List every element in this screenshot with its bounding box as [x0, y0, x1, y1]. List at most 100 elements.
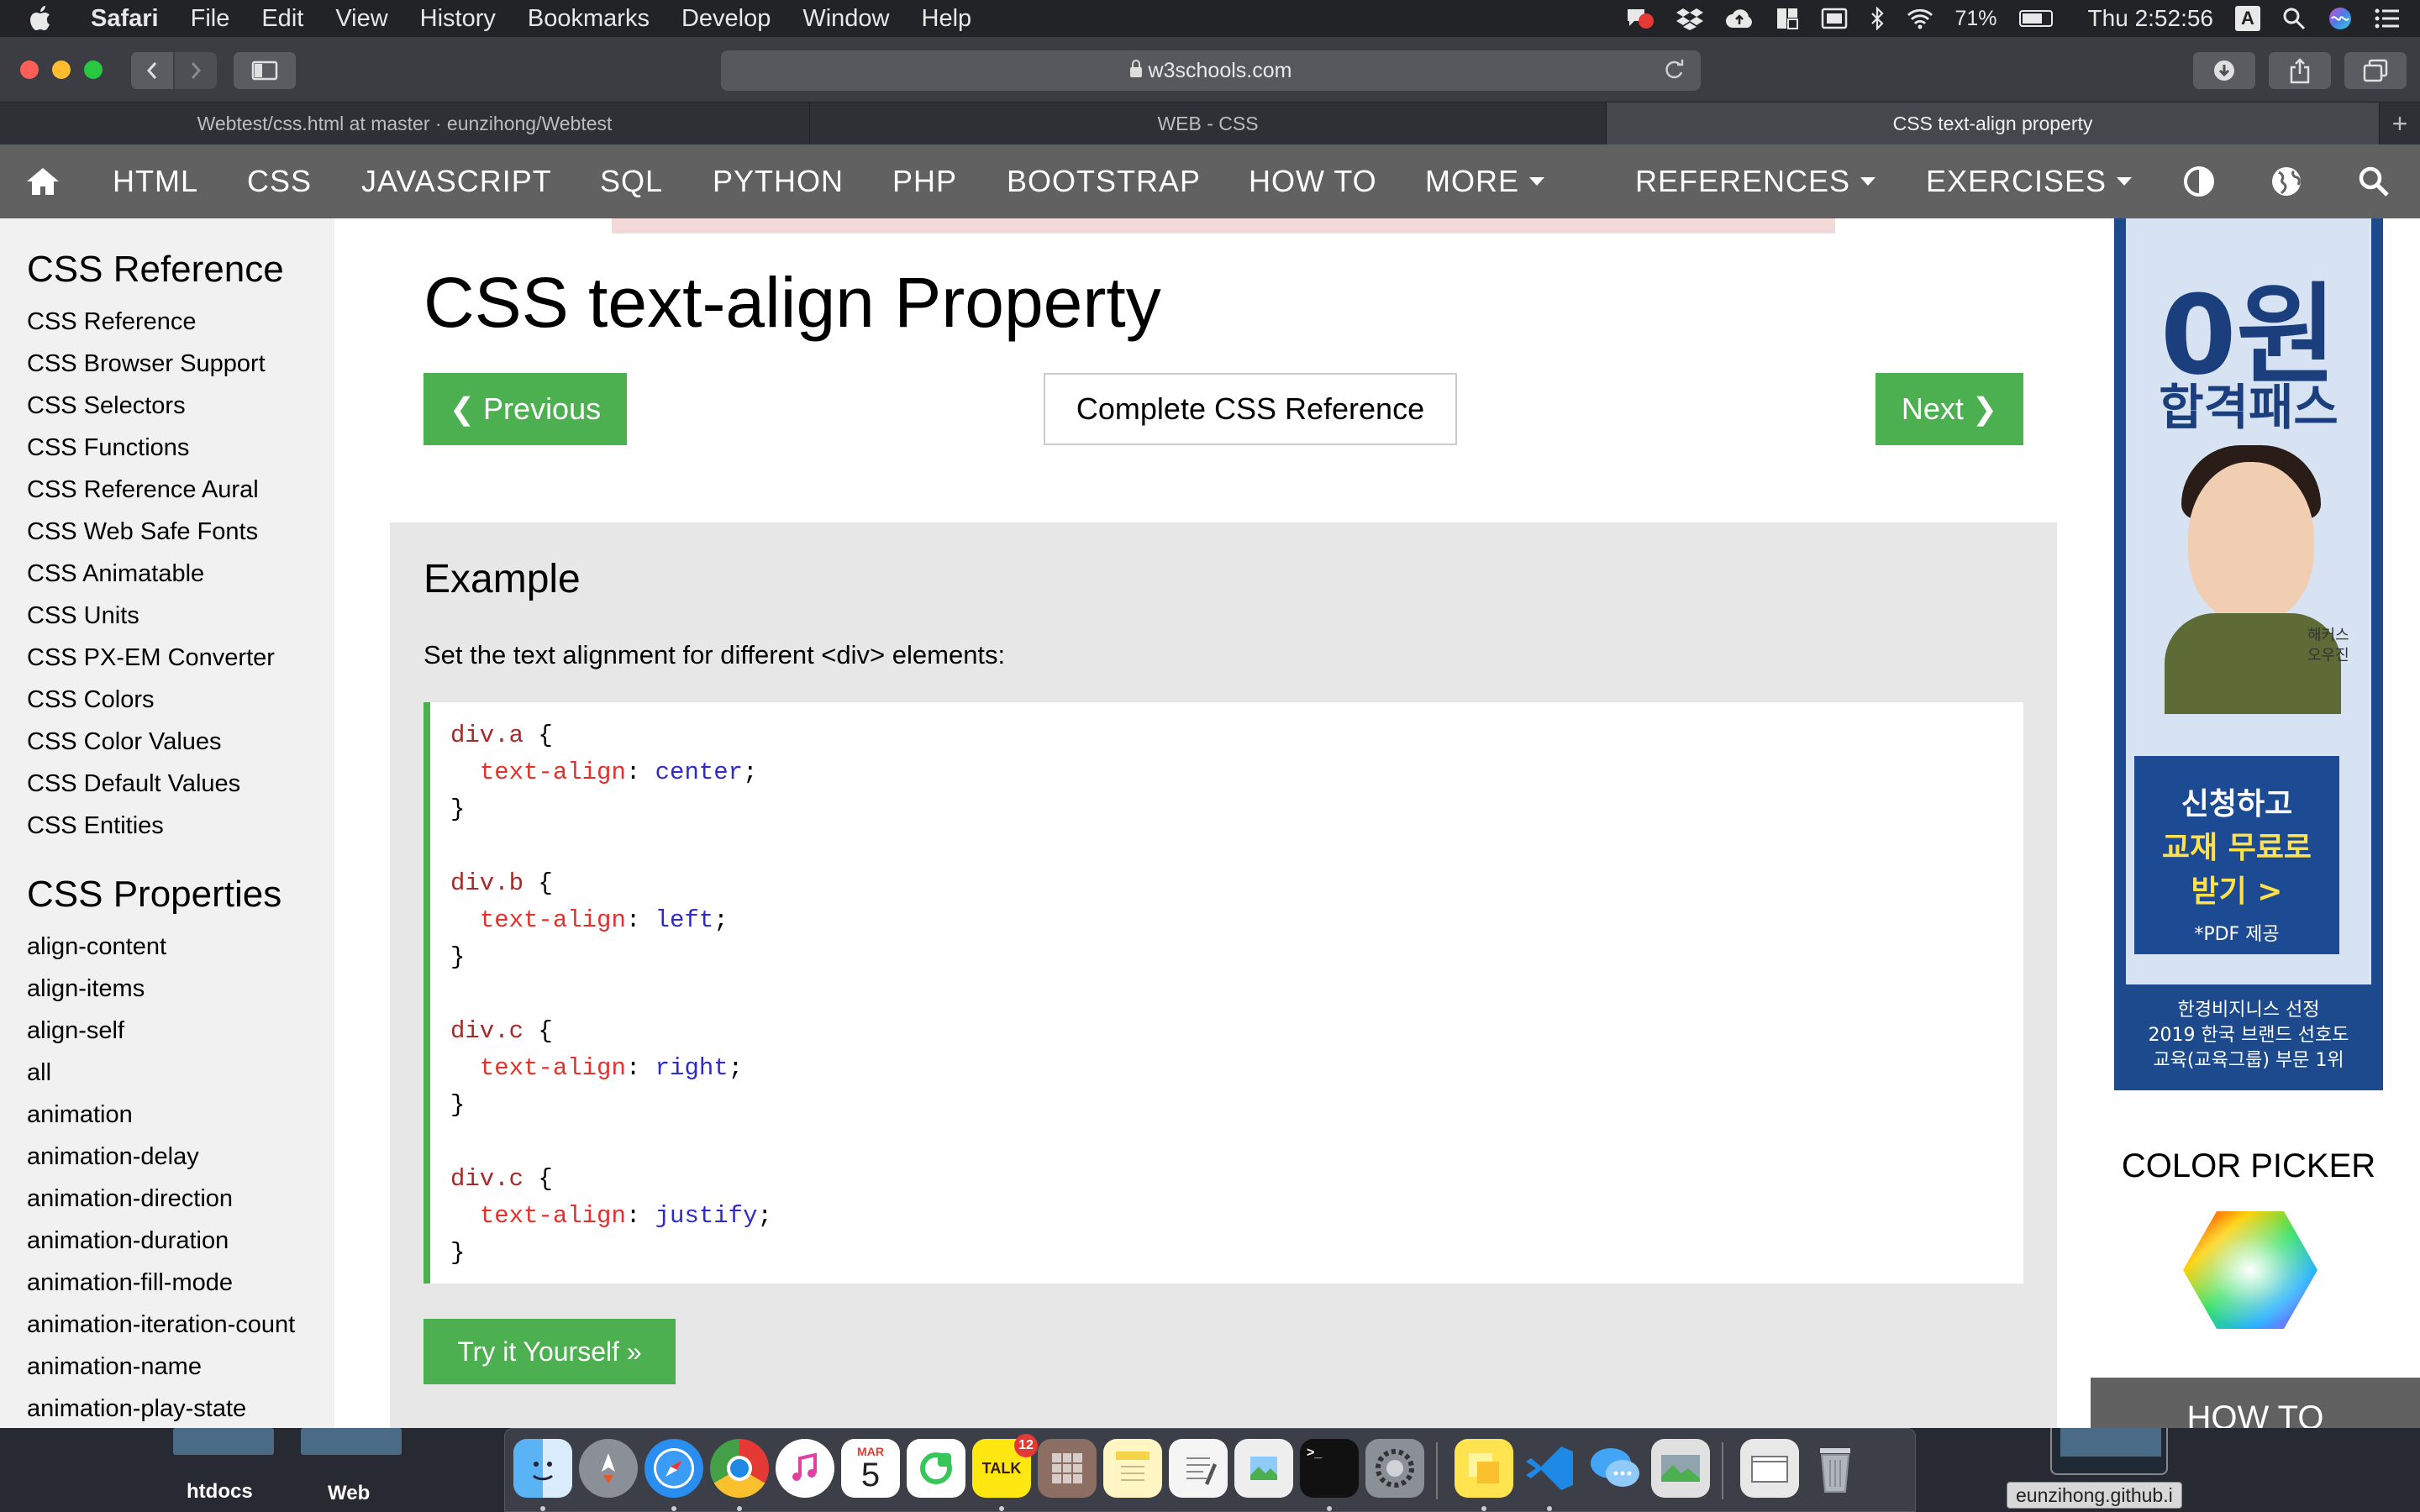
search-button[interactable] [2358, 144, 2390, 218]
home-button[interactable] [25, 144, 60, 218]
close-window-button[interactable] [20, 60, 39, 79]
display-icon[interactable] [1821, 8, 1848, 29]
sidebar-link[interactable]: align-content [27, 926, 334, 968]
cloud-upload-icon[interactable] [1725, 8, 1754, 29]
menubar-clock[interactable]: Thu 2:52:56 [2088, 5, 2213, 32]
siri-icon[interactable] [2328, 6, 2353, 31]
menu-app-safari[interactable]: Safari [91, 5, 159, 33]
notification-app-icon[interactable] [1624, 6, 1655, 31]
notes-icon[interactable] [1103, 1439, 1162, 1498]
complete-reference-button[interactable]: Complete CSS Reference [1044, 373, 1457, 445]
textedit-icon[interactable] [1169, 1439, 1228, 1498]
tab-webtest[interactable]: Webtest/css.html at master · eunzihong/W… [0, 102, 810, 144]
try-it-yourself-button[interactable]: Try it Yourself » [424, 1319, 676, 1384]
apple-menu-icon[interactable] [0, 6, 81, 31]
sidebar-link[interactable]: CSS Entities [27, 805, 334, 847]
nav-html[interactable]: HTML [113, 144, 198, 218]
window-layout-icon[interactable] [1776, 7, 1799, 30]
sidebar-link[interactable]: all [27, 1052, 334, 1094]
sidebar-link[interactable]: animation [27, 1094, 334, 1136]
preview-icon[interactable] [1234, 1439, 1293, 1498]
sidebar-link[interactable]: CSS Browser Support [27, 343, 334, 385]
desktop-folder-web-icon[interactable] [301, 1428, 402, 1455]
tab-css-text-align[interactable]: CSS text-align property [1607, 102, 2380, 144]
nav-css[interactable]: CSS [247, 144, 312, 218]
sidebar-link[interactable]: align-items [27, 968, 334, 1010]
previous-button[interactable]: ❮ Previous [424, 373, 627, 445]
stickies-icon[interactable] [1455, 1439, 1513, 1498]
launchpad-icon[interactable] [579, 1439, 638, 1498]
input-source-indicator[interactable]: A [2235, 6, 2260, 31]
system-preferences-icon[interactable] [1365, 1439, 1424, 1498]
address-bar[interactable]: w3schools.com [721, 50, 1701, 91]
menu-window[interactable]: Window [802, 5, 889, 33]
sidebar-link[interactable]: animation-name [27, 1346, 334, 1388]
next-button[interactable]: Next ❯ [1876, 373, 2023, 445]
sidebar-link[interactable]: CSS Selectors [27, 385, 334, 427]
dropbox-icon[interactable] [1676, 7, 1703, 30]
sidebar-link[interactable]: animation-fill-mode [27, 1262, 334, 1304]
nav-sql[interactable]: SQL [600, 144, 663, 218]
nav-javascript[interactable]: JAVASCRIPT [361, 144, 552, 218]
nav-references[interactable]: REFERENCES [1635, 144, 1876, 218]
reload-icon[interactable] [1662, 57, 1686, 87]
minimize-window-button[interactable] [52, 60, 71, 79]
image-capture-icon[interactable] [1651, 1439, 1710, 1498]
minimized-window-thumbnail[interactable] [2050, 1428, 2168, 1475]
sidebar-link[interactable]: animation-direction [27, 1178, 334, 1220]
terminal-icon[interactable]: >_ [1300, 1439, 1359, 1498]
sidebar-link[interactable]: CSS Web Safe Fonts [27, 511, 334, 553]
nav-more[interactable]: MORE [1425, 144, 1544, 218]
sidebar-link[interactable]: animation-duration [27, 1220, 334, 1262]
sidebar-link[interactable]: CSS Functions [27, 427, 334, 469]
trash-icon[interactable] [1806, 1439, 1865, 1498]
show-tabs-button[interactable] [2344, 52, 2407, 89]
sidebar-link[interactable]: align-self [27, 1010, 334, 1052]
desktop-folder-htdocs-label[interactable]: htdocs [187, 1480, 253, 1504]
back-button[interactable] [131, 52, 173, 89]
downloads-button[interactable] [2193, 52, 2255, 89]
bluetooth-icon[interactable] [1870, 7, 1885, 30]
messages-icon[interactable] [1586, 1439, 1644, 1498]
battery-icon[interactable] [2018, 10, 2053, 27]
menu-bookmarks[interactable]: Bookmarks [528, 5, 650, 33]
sidebar-link[interactable]: CSS Animatable [27, 553, 334, 595]
nav-python[interactable]: PYTHON [713, 144, 844, 218]
sidebar-link[interactable]: CSS Units [27, 595, 334, 637]
dark-mode-button[interactable] [2183, 144, 2215, 218]
nav-how-to[interactable]: HOW TO [1249, 144, 1377, 218]
line-messenger-icon[interactable] [907, 1439, 965, 1498]
sidebar-link[interactable]: animation-iteration-count [27, 1304, 334, 1346]
new-tab-button[interactable]: + [2380, 102, 2420, 144]
sidebar-toggle-button[interactable] [234, 52, 296, 89]
menu-edit[interactable]: Edit [261, 5, 303, 33]
sidebar-link[interactable]: animation-play-state [27, 1388, 334, 1428]
menu-file[interactable]: File [191, 5, 230, 33]
sidebar-link[interactable]: CSS Default Values [27, 763, 334, 805]
share-button[interactable] [2269, 52, 2331, 89]
menu-view[interactable]: View [335, 5, 387, 33]
vscode-icon[interactable] [1520, 1439, 1579, 1498]
sidebar-link[interactable]: CSS Reference Aural [27, 469, 334, 511]
how-to-panel[interactable]: HOW TO [2091, 1378, 2420, 1428]
desktop-folder-htdocs-icon[interactable] [173, 1428, 274, 1455]
menu-help[interactable]: Help [922, 5, 972, 33]
calendar-icon[interactable]: MAR 5 [841, 1439, 900, 1498]
tab-web-css[interactable]: WEB - CSS [810, 102, 1607, 144]
sidebar-link[interactable]: CSS Color Values [27, 721, 334, 763]
notification-center-icon[interactable] [2375, 8, 2400, 29]
nav-exercises[interactable]: EXERCISES [1926, 144, 2133, 218]
menu-history[interactable]: History [420, 5, 496, 33]
kakaotalk-icon[interactable]: TALK 12 [972, 1434, 1038, 1498]
chrome-icon[interactable] [710, 1439, 769, 1498]
forward-button[interactable] [175, 52, 217, 89]
color-picker-hexagon-icon[interactable] [2183, 1211, 2317, 1329]
nav-bootstrap[interactable]: BOOTSTRAP [1007, 144, 1201, 218]
side-advertisement[interactable]: 0원 합격패스 해커스 오우진 신청하고 교재 무료로 받기 > *PDF 제공… [2114, 218, 2383, 1090]
downloads-stack-icon[interactable] [1740, 1439, 1799, 1498]
nav-php[interactable]: PHP [892, 144, 957, 218]
desktop-folder-web-label[interactable]: Web [328, 1482, 370, 1505]
itunes-icon[interactable] [776, 1439, 834, 1498]
finder-icon[interactable] [513, 1439, 572, 1498]
wifi-icon[interactable] [1907, 8, 1933, 29]
